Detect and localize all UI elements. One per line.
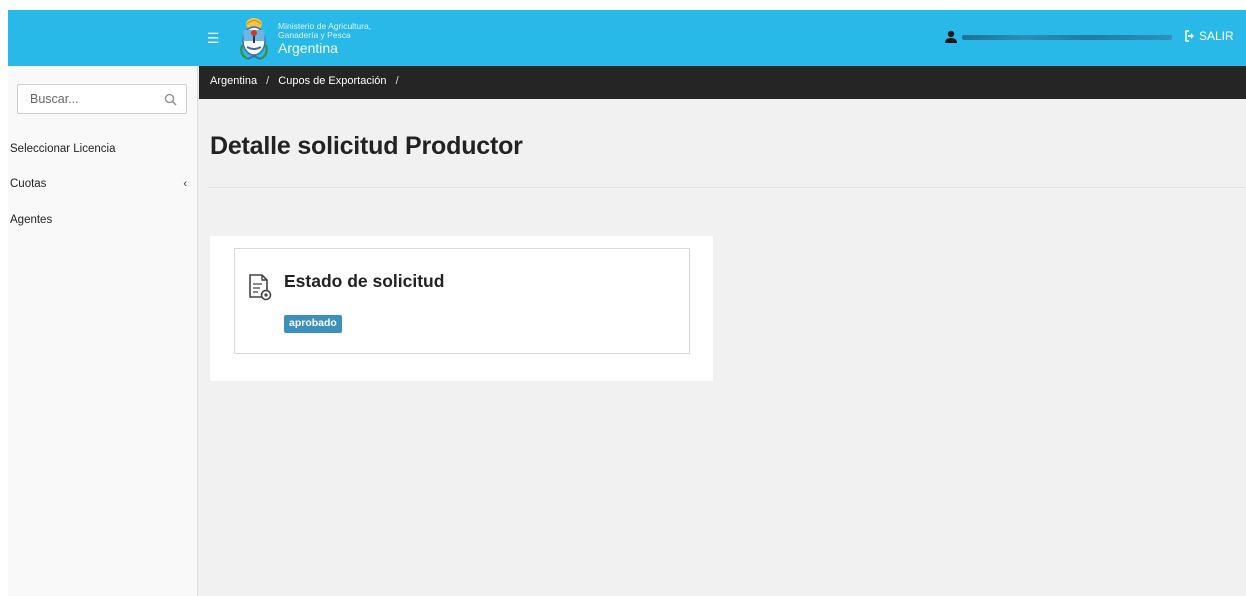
app-frame: ☰ Ministerio de Agricultura, Ganadería y… [8,10,1246,596]
user-name-redacted [962,34,1172,40]
breadcrumb: Argentina / Cupos de Exportación / [199,66,1246,99]
breadcrumb-separator: / [266,75,270,87]
menu-toggle-icon[interactable]: ☰ [203,28,223,48]
sidebar-item-label: Seleccionar Licencia [10,143,116,155]
user-icon [945,30,957,43]
ministry-logo[interactable]: Ministerio de Agricultura, Ganadería y P… [236,13,371,63]
logout-label: SALIR [1199,29,1234,43]
sidebar-item-label: Agentes [10,214,53,226]
chevron-left-icon: ‹ [183,178,187,190]
top-navbar: ☰ Ministerio de Agricultura, Ganadería y… [8,10,1246,66]
sidebar-item-seleccionar-licencia[interactable]: Seleccionar Licencia [8,138,197,160]
content-panel: Estado de solicitud aprobado [210,236,713,381]
document-certificate-icon [249,274,272,301]
logout-button[interactable]: SALIR [1184,29,1234,43]
sidebar-search [17,84,187,114]
status-badge: aprobado [284,315,342,333]
coat-of-arms-icon [240,18,268,61]
search-input[interactable] [30,92,160,106]
sign-out-icon [1185,30,1194,42]
title-divider [208,187,1246,188]
breadcrumb-item-argentina[interactable]: Argentina [210,75,257,87]
card-title: Estado de solicitud [284,271,445,291]
sidebar: Seleccionar Licencia Cuotas ‹ Agentes [8,66,198,596]
page-title: Detalle solicitud Productor [210,132,523,160]
sidebar-item-label: Cuotas [10,178,47,190]
breadcrumb-item-cupos[interactable]: Cupos de Exportación [278,75,386,87]
sidebar-item-cuotas[interactable]: Cuotas ‹ [8,173,197,195]
sidebar-item-agentes[interactable]: Agentes [8,209,197,231]
ministry-name: Ministerio de Agricultura, Ganadería y P… [278,21,371,56]
breadcrumb-separator: / [395,75,399,87]
status-card: Estado de solicitud aprobado [234,248,690,354]
search-icon[interactable] [164,93,177,106]
ministry-line-2: Ganadería y Pesca [278,29,351,40]
country-name: Argentina [278,39,338,56]
user-account[interactable] [944,30,1172,44]
